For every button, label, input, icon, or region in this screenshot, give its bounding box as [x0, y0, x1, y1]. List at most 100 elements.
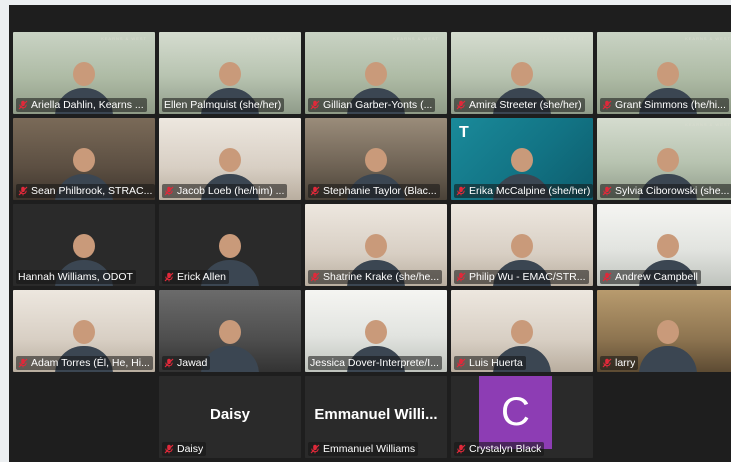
- participant-face: [657, 234, 679, 258]
- participant-name-label: Sean Philbrook, STRAC...: [16, 184, 155, 198]
- participant-face: [73, 320, 95, 344]
- participant-tile[interactable]: Luis Huerta: [451, 290, 593, 372]
- microphone-muted-icon: [456, 444, 466, 454]
- microphone-muted-icon: [310, 444, 320, 454]
- participant-name-label: Erick Allen: [162, 270, 230, 284]
- participant-name: Emmanuel Williams: [323, 443, 416, 455]
- microphone-muted-icon: [164, 186, 174, 196]
- participant-name: Grant Simmons (he/hi...: [615, 99, 726, 111]
- microphone-muted-icon: [310, 186, 320, 196]
- participant-face: [219, 234, 241, 258]
- participant-face: [511, 234, 533, 258]
- participant-name-label: Daisy: [162, 442, 207, 456]
- microphone-muted-icon: [602, 272, 612, 282]
- participant-tile[interactable]: Emmanuel Willi... Emmanuel Williams: [305, 376, 447, 458]
- participant-tile[interactable]: Philip Wu - EMAC/STR...: [451, 204, 593, 286]
- participant-name: Erick Allen: [177, 271, 227, 283]
- microphone-muted-icon: [602, 100, 612, 110]
- participant-name-label: Grant Simmons (he/hi...: [600, 98, 729, 112]
- participant-name-label: Amira Streeter (she/her): [454, 98, 585, 112]
- participant-name-label: Erika McCalpine (she/her): [454, 184, 593, 198]
- participant-name: Jacob Loeb (he/him) ...: [177, 185, 285, 197]
- microphone-muted-icon: [310, 272, 320, 282]
- participant-face: [657, 148, 679, 172]
- participant-face: [73, 234, 95, 258]
- participant-display-name: Daisy: [209, 406, 251, 423]
- participant-name: Sylvia Ciborowski (she...: [615, 185, 730, 197]
- participant-name-label: Shatrine Krake (she/he...: [308, 270, 443, 284]
- participant-name: Jessica Dover-Interprete/I...: [310, 357, 439, 369]
- participant-face: [219, 148, 241, 172]
- participant-face: [511, 320, 533, 344]
- participant-name: Daisy: [177, 443, 204, 455]
- video-gallery: KEARNS & WEST Ariella Dahlin, Kearns ...…: [9, 5, 731, 462]
- background-watermark: KEARNS & WEST: [247, 36, 293, 41]
- participant-tile[interactable]: Sean Philbrook, STRAC...: [13, 118, 155, 200]
- participant-tile[interactable]: KEARNS & WEST Sylvia Ciborowski (she...: [597, 118, 731, 200]
- background-watermark: KEARNS & WEST: [539, 36, 585, 41]
- microphone-muted-icon: [18, 358, 28, 368]
- participant-name-label: Adam Torres (Él, He, Hi...: [16, 356, 153, 370]
- participant-name: Philip Wu - EMAC/STR...: [469, 271, 586, 283]
- participant-name-label: Emmanuel Williams: [308, 442, 419, 456]
- participant-face: [73, 62, 95, 86]
- participant-name-label: Philip Wu - EMAC/STR...: [454, 270, 589, 284]
- participant-tile[interactable]: Jawad: [159, 290, 301, 372]
- participant-face: [365, 320, 387, 344]
- participant-tile[interactable]: Shatrine Krake (she/he...: [305, 204, 447, 286]
- background-watermark: KEARNS & WEST: [685, 36, 731, 41]
- microphone-muted-icon: [164, 444, 174, 454]
- participant-tile[interactable]: C Crystalyn Black: [451, 376, 593, 458]
- participant-tile[interactable]: Jacob Loeb (he/him) ...: [159, 118, 301, 200]
- participant-tile[interactable]: KEARNS & WEST Grant Simmons (he/hi...: [597, 32, 731, 114]
- participant-name: Stephanie Taylor (Blac...: [323, 185, 437, 197]
- participant-tile[interactable]: KEARNS & WEST Amira Streeter (she/her): [451, 32, 593, 114]
- participant-tile[interactable]: Jessica Dover-Interprete/I...: [305, 290, 447, 372]
- participant-name-label: larry: [600, 356, 639, 370]
- participant-name: Andrew Campbell: [615, 271, 698, 283]
- participant-name-label: Jessica Dover-Interprete/I...: [308, 356, 442, 370]
- participant-name: Erika McCalpine (she/her): [469, 185, 591, 197]
- participant-name-label: Stephanie Taylor (Blac...: [308, 184, 440, 198]
- participant-name: Shatrine Krake (she/he...: [323, 271, 440, 283]
- participant-tile[interactable]: Andrew Campbell: [597, 204, 731, 286]
- microphone-muted-icon: [164, 272, 174, 282]
- participant-face: [657, 320, 679, 344]
- participant-name: Ariella Dahlin, Kearns ...: [31, 99, 144, 111]
- participant-face: [365, 62, 387, 86]
- participant-name-label: Gillian Garber-Yonts (...: [308, 98, 436, 112]
- participant-name-label: Hannah Williams, ODOT: [16, 270, 136, 284]
- participant-name: Gillian Garber-Yonts (...: [323, 99, 433, 111]
- participant-tile[interactable]: Adam Torres (Él, He, Hi...: [13, 290, 155, 372]
- microphone-muted-icon: [164, 358, 174, 368]
- participant-name: Sean Philbrook, STRAC...: [31, 185, 153, 197]
- microphone-muted-icon: [310, 100, 320, 110]
- participant-face: [657, 62, 679, 86]
- participant-name: Hannah Williams, ODOT: [18, 271, 133, 283]
- participant-tile[interactable]: Stephanie Taylor (Blac...: [305, 118, 447, 200]
- participant-name-label: Jacob Loeb (he/him) ...: [162, 184, 288, 198]
- participant-name-label: Jawad: [162, 356, 211, 370]
- participant-face: [365, 234, 387, 258]
- participant-name-label: Sylvia Ciborowski (she...: [600, 184, 731, 198]
- participant-tile[interactable]: Daisy Daisy: [159, 376, 301, 458]
- participant-silhouette: [639, 346, 697, 372]
- participant-tile[interactable]: KEARNS & WEST Ellen Palmquist (she/her): [159, 32, 301, 114]
- microphone-muted-icon: [456, 272, 466, 282]
- participant-tile[interactable]: KEARNS & WEST Ariella Dahlin, Kearns ...: [13, 32, 155, 114]
- participant-tile[interactable]: T Erika McCalpine (she/her): [451, 118, 593, 200]
- microphone-muted-icon: [602, 186, 612, 196]
- participant-tile[interactable]: KEARNS & WEST Gillian Garber-Yonts (...: [305, 32, 447, 114]
- microphone-muted-icon: [18, 186, 28, 196]
- participant-tile[interactable]: larry: [597, 290, 731, 372]
- participant-face: [365, 148, 387, 172]
- participant-name-label: Ellen Palmquist (she/her): [162, 98, 285, 112]
- participant-tile[interactable]: Hannah Williams, ODOT: [13, 204, 155, 286]
- participant-name: Adam Torres (Él, He, Hi...: [31, 357, 150, 369]
- background-watermark: KEARNS & WEST: [101, 36, 147, 41]
- avatar: C: [479, 376, 552, 449]
- participant-tile[interactable]: Erick Allen: [159, 204, 301, 286]
- participant-name-label: Andrew Campbell: [600, 270, 701, 284]
- microphone-muted-icon: [456, 358, 466, 368]
- participant-face: [511, 148, 533, 172]
